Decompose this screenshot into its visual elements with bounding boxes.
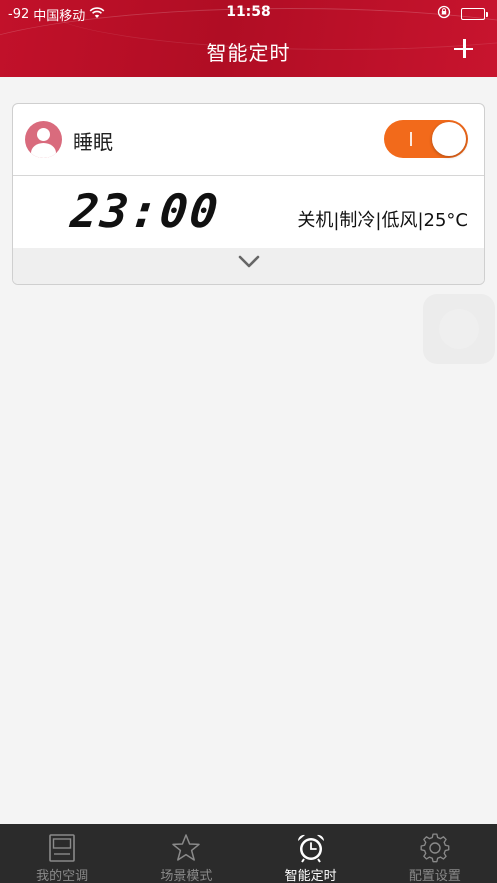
chevron-down-icon[interactable] xyxy=(238,254,260,270)
remote-screen-icon xyxy=(46,832,78,864)
nav-label: 我的空调 xyxy=(36,869,89,883)
toggle-knob xyxy=(432,122,466,156)
nav-label: 配置设置 xyxy=(408,869,461,883)
timer-card-header: 睡眠 xyxy=(13,104,484,176)
timer-mode: 关机|制冷|低风|25°C xyxy=(297,210,468,231)
expand-row[interactable] xyxy=(13,248,484,284)
status-bar: -92 中国移动 11:58 xyxy=(0,0,497,26)
status-right xyxy=(437,5,488,23)
bottom-nav: 我的空调 场景模式 智能定时 配置设置 xyxy=(0,824,497,883)
alarm-clock-icon xyxy=(295,832,327,864)
timer-details: 23:00 关机|制冷|低风|25°C xyxy=(13,176,484,248)
app-header: -92 中国移动 11:58 智能定时 xyxy=(0,0,497,77)
user-avatar-icon xyxy=(25,121,62,158)
timer-time: 23:00 xyxy=(68,184,223,238)
assistive-touch-button[interactable] xyxy=(423,294,495,364)
nav-item-my-ac[interactable]: 我的空调 xyxy=(0,824,124,883)
timer-name: 睡眠 xyxy=(73,130,113,154)
status-time: 11:58 xyxy=(226,4,271,20)
nav-label: 智能定时 xyxy=(284,869,337,883)
add-timer-button[interactable] xyxy=(451,36,477,62)
battery-icon xyxy=(461,8,488,20)
rotation-lock-icon xyxy=(437,5,451,23)
assistive-touch-icon xyxy=(439,309,479,349)
gear-icon xyxy=(419,832,451,864)
nav-label: 场景模式 xyxy=(160,869,213,883)
toggle-on-indicator xyxy=(410,132,412,146)
nav-item-config-settings[interactable]: 配置设置 xyxy=(373,824,497,883)
nav-item-smart-timer[interactable]: 智能定时 xyxy=(249,824,373,883)
timer-card[interactable]: 睡眠 23:00 关机|制冷|低风|25°C xyxy=(12,103,485,285)
page-title: 智能定时 xyxy=(206,41,291,65)
timer-enable-toggle[interactable] xyxy=(384,120,468,158)
star-icon xyxy=(170,832,202,864)
nav-item-scene-mode[interactable]: 场景模式 xyxy=(124,824,248,883)
